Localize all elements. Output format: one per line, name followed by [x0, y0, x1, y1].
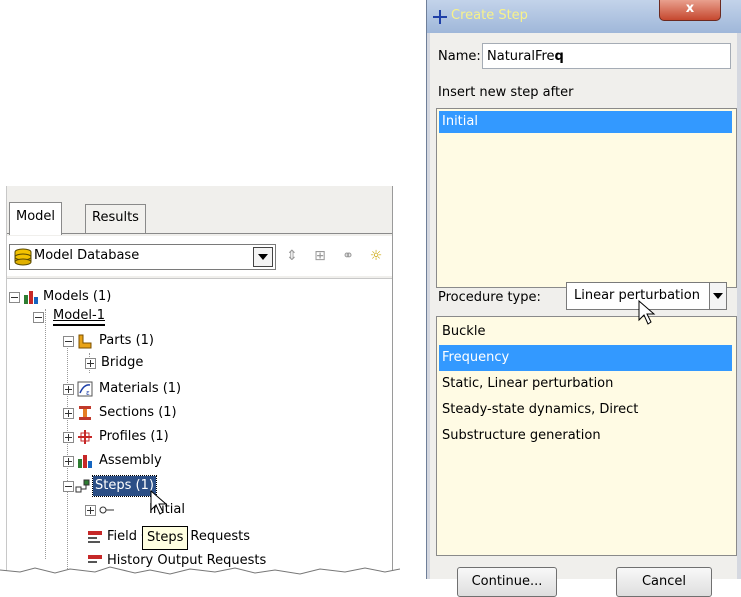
dialog-app-icon — [433, 10, 447, 24]
procedure-item-buckle[interactable]: Buckle — [439, 319, 732, 345]
tree-node-label: Steps (1) — [92, 475, 157, 497]
tree-node-label: Model-1 — [53, 307, 105, 326]
procedure-item-frequency[interactable]: Frequency — [439, 345, 732, 371]
tab-model[interactable]: Model — [9, 202, 63, 235]
filter-tree-icon[interactable]: ⚭ — [337, 244, 359, 268]
collapse-icon[interactable] — [63, 481, 74, 492]
field-output-icon — [88, 531, 102, 543]
database-icon — [14, 248, 32, 266]
steps-tooltip: Steps — [142, 526, 189, 550]
model-database-select[interactable]: Model Database — [9, 244, 276, 270]
tree-node-label: Profiles (1) — [99, 429, 169, 444]
tab-divider — [7, 233, 392, 234]
insert-after-list[interactable]: Initial — [436, 108, 737, 288]
model-tree: Models (1) Model-1 Parts (1) Bridge ε Ma… — [7, 278, 392, 579]
expand-icon[interactable] — [63, 432, 74, 443]
insert-after-label: Insert new step after — [438, 85, 574, 100]
tree-node-label: Assembly — [99, 453, 162, 468]
procedure-item-substructure[interactable]: Substructure generation — [439, 423, 732, 449]
expand-icon[interactable] — [63, 456, 74, 467]
assembly-icon — [78, 455, 92, 468]
initial-step-icon — [99, 506, 114, 514]
procedure-item-static-linear[interactable]: Static, Linear perturbation — [439, 371, 732, 397]
model-database-value: Model Database — [34, 248, 140, 263]
expand-icon[interactable] — [63, 384, 74, 395]
parts-icon — [78, 334, 92, 349]
dialog-titlebar[interactable]: Create Step x — [427, 0, 741, 33]
step-name-highlight: q — [554, 49, 564, 64]
tree-node-label: Bridge — [101, 355, 144, 370]
create-step-dialog: Create Step x Name: NaturalFreq Insert n… — [426, 0, 741, 597]
list-item-initial[interactable]: Initial — [439, 111, 732, 133]
procedure-type-value: Linear perturbation — [574, 288, 700, 303]
collapse-icon[interactable] — [9, 292, 20, 303]
tree-node-label: Materials (1) — [99, 381, 182, 396]
tab-results[interactable]: Results — [85, 204, 146, 234]
tree-node-label: Models (1) — [43, 289, 112, 304]
expand-icon[interactable] — [63, 408, 74, 419]
dialog-body: Name: NaturalFreq Insert new step after … — [430, 33, 737, 597]
expand-tree-icon[interactable]: ⊞ — [309, 244, 331, 268]
sections-icon — [79, 406, 91, 420]
mouse-cursor-icon — [150, 490, 168, 515]
sort-updown-icon[interactable]: ⇕ — [281, 244, 303, 268]
tree-tabbar: Model Results — [7, 186, 392, 235]
name-label: Name: — [438, 49, 481, 64]
steps-icon — [75, 479, 90, 493]
procedure-list[interactable]: Buckle Frequency Static, Linear perturba… — [436, 316, 737, 556]
tree-node-label: Parts (1) — [99, 333, 154, 348]
hint-bulb-icon[interactable]: ☼ — [365, 244, 387, 268]
procedure-item-steady-state[interactable]: Steady-state dynamics, Direct — [439, 397, 732, 423]
continue-button[interactable]: Continue... — [457, 567, 557, 597]
database-toolbar: Model Database ⇕ ⊞ ⚭ ☼ — [7, 236, 392, 276]
tree-connector — [45, 309, 46, 559]
procedure-type-label: Procedure type: — [438, 290, 541, 305]
cancel-button[interactable]: Cancel — [616, 567, 712, 597]
step-name-input[interactable]: NaturalFreq — [482, 43, 731, 69]
svg-text:ε: ε — [86, 389, 90, 397]
collapse-icon[interactable] — [63, 336, 74, 347]
expand-icon[interactable] — [85, 505, 96, 516]
mouse-cursor-icon — [638, 300, 656, 325]
dialog-title: Create Step — [451, 8, 528, 23]
chevron-down-icon[interactable] — [253, 247, 273, 267]
chevron-down-icon[interactable] — [709, 283, 726, 309]
close-button[interactable]: x — [659, 0, 721, 21]
model-tree-panel: Model Results Model Database ⇕ ⊞ ⚭ ☼ Mod… — [6, 186, 393, 579]
materials-icon: ε — [77, 381, 93, 397]
step-name-text: NaturalFre — [487, 49, 555, 64]
tree-node-label: Sections (1) — [99, 405, 177, 420]
models-icon — [24, 291, 38, 304]
collapse-icon[interactable] — [33, 312, 44, 323]
expand-icon[interactable] — [85, 358, 96, 369]
profiles-icon — [78, 430, 92, 444]
torn-edge — [0, 566, 400, 580]
